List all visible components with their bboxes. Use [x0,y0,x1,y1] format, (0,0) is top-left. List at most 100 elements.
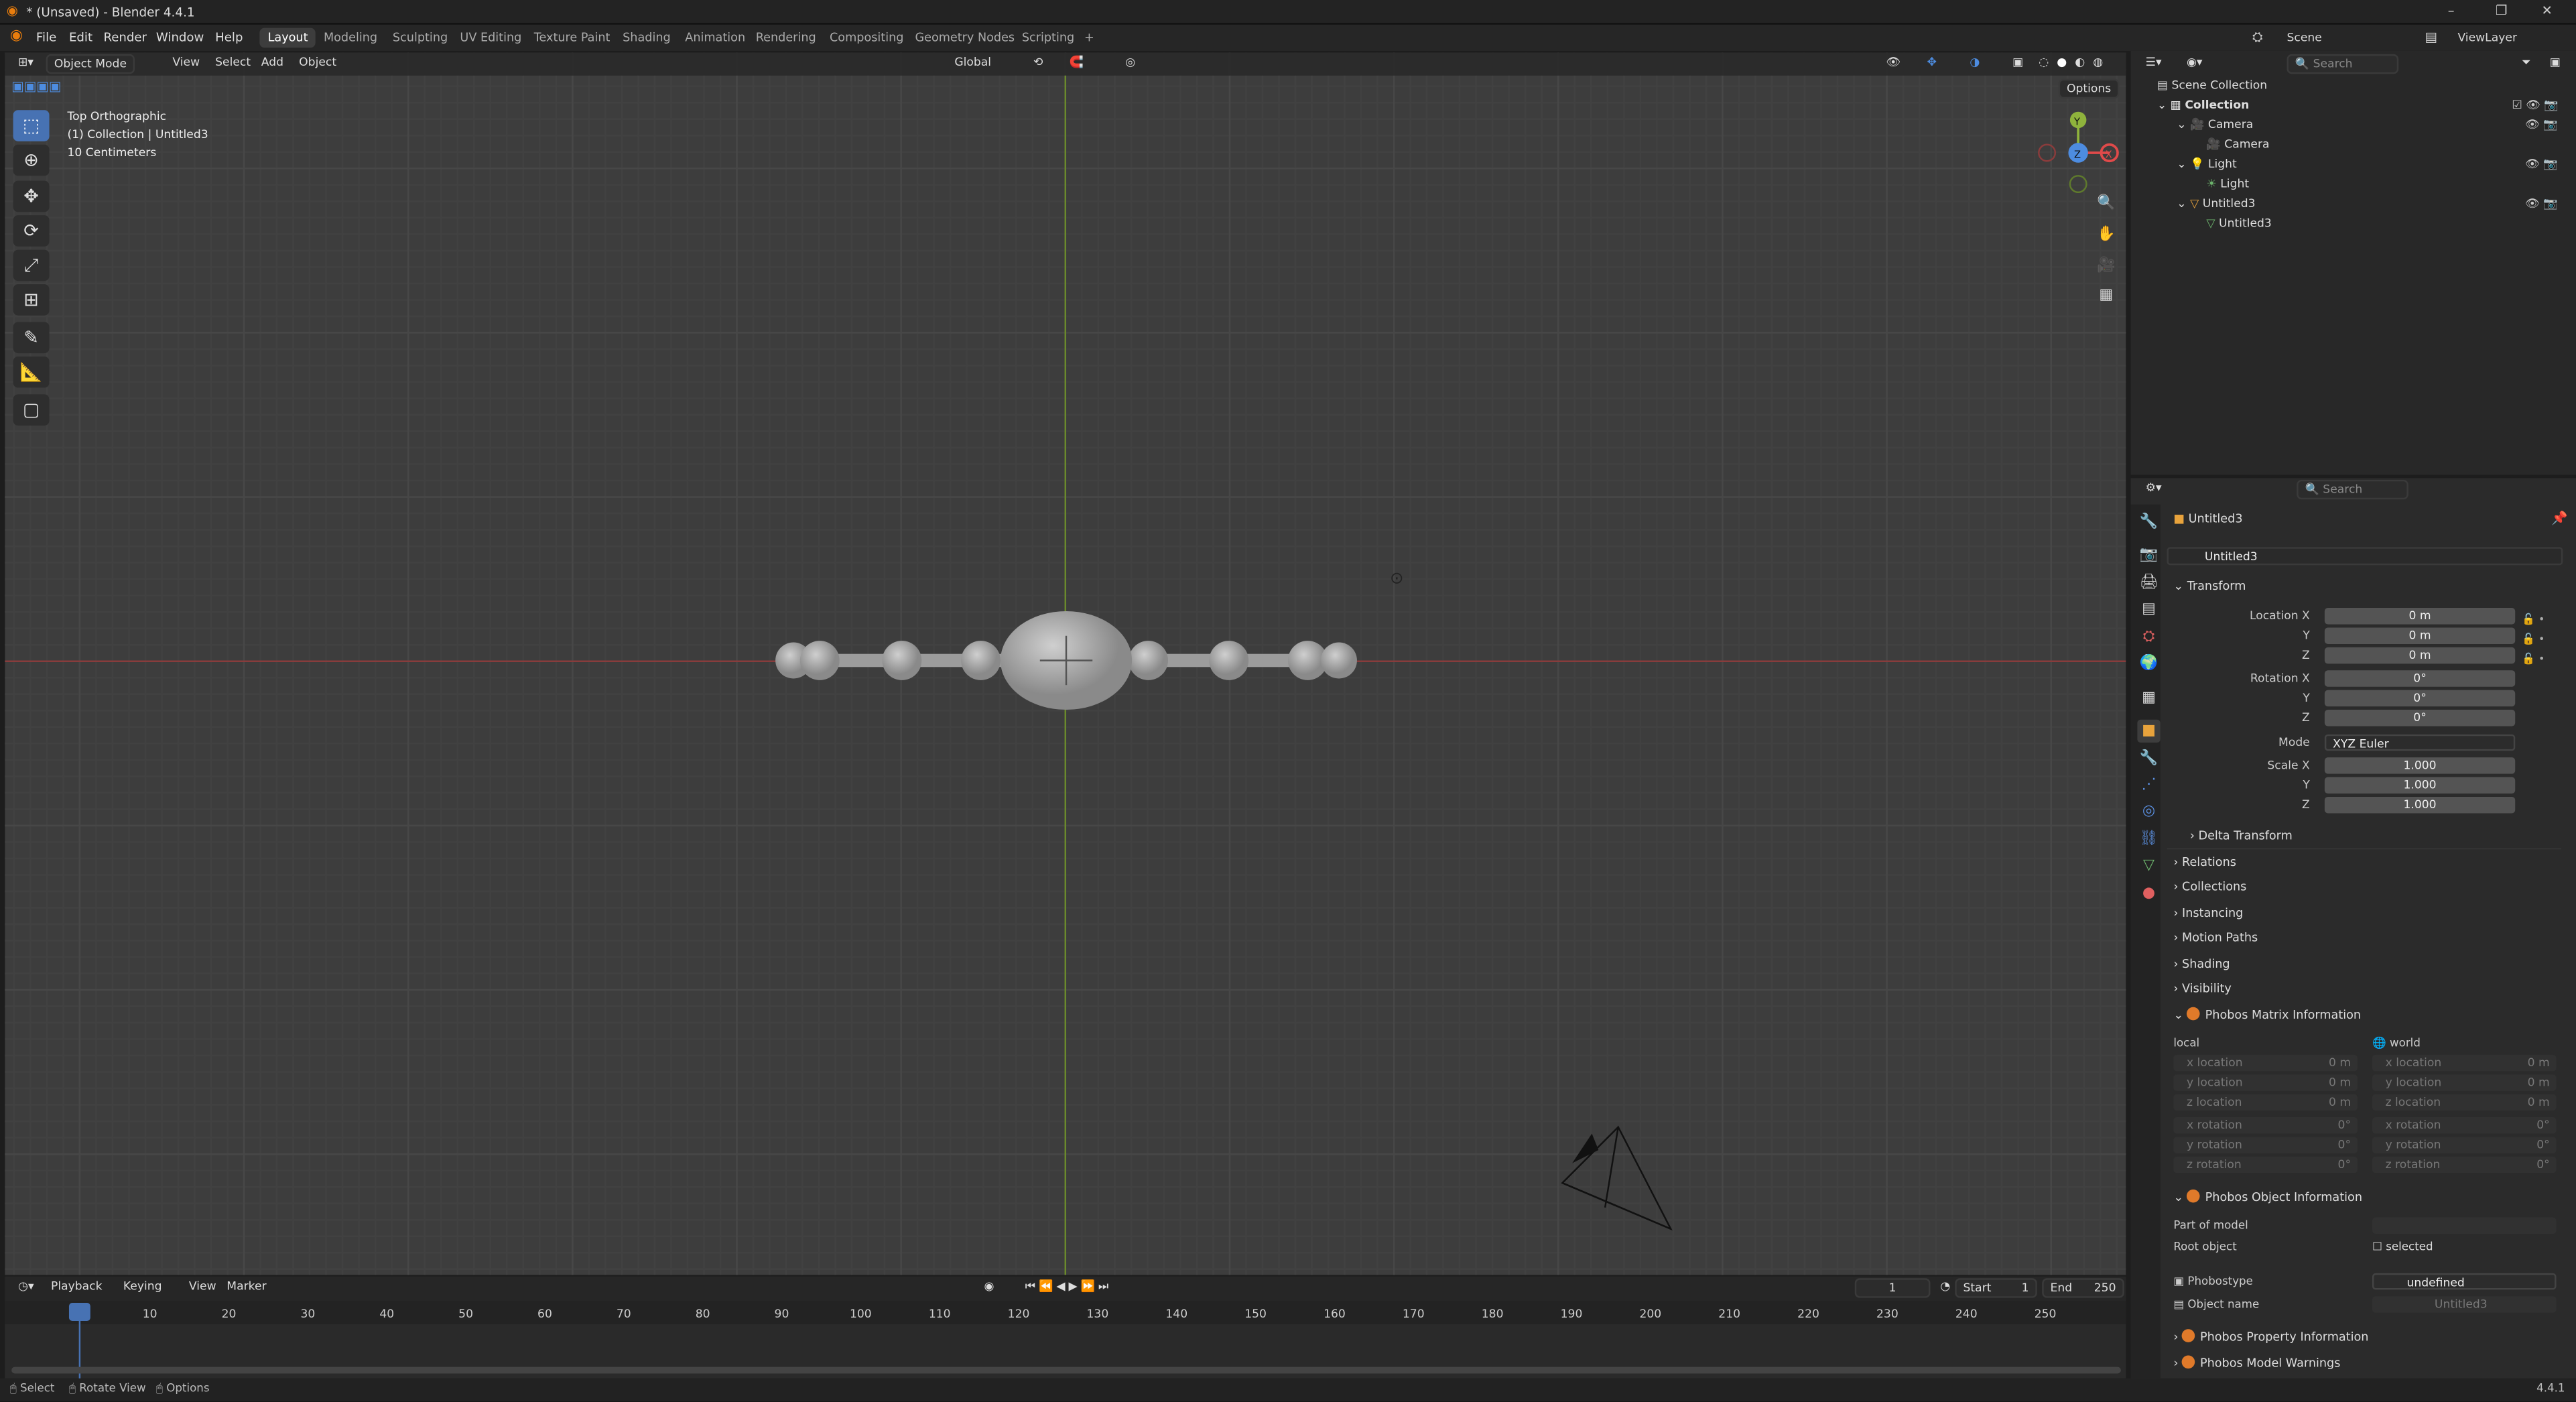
model-untitled3[interactable] [761,603,1385,718]
tab-shading[interactable]: Shading [615,28,679,48]
camera-object[interactable] [1549,1117,1681,1236]
preview-range-icon[interactable]: ◔ [1933,1278,1957,1297]
tab-modeling[interactable]: Modeling [316,28,386,48]
navigation-gizmo[interactable]: Y Z X [2034,107,2126,198]
rotation-x-field[interactable]: 0° [2324,670,2516,687]
tab-view-layer-icon[interactable]: ▤ [2137,598,2160,621]
measure-tool-icon[interactable]: 📐 [13,356,50,388]
snap-icon[interactable]: 🧲 [1063,54,1090,74]
collection-visibility-icons[interactable]: ☑ 👁 📷 [2512,99,2558,112]
motion-paths-panel[interactable]: › Motion Paths [2173,930,2258,945]
editor-type-icon[interactable]: ⊞▾ [11,54,40,74]
rotation-z-field[interactable]: 0° [2324,710,2516,726]
light-visibility-icons[interactable]: 👁 📷 [2525,157,2558,171]
ortho-grid-icon[interactable]: ▦ [2093,283,2119,309]
tab-layout[interactable]: Layout [259,27,316,48]
shading-rendered-icon[interactable]: ◍ [2086,54,2110,74]
tab-material-icon[interactable]: ● [2137,882,2160,905]
properties-search-input[interactable]: 🔍 Search [2297,479,2408,500]
timeline-editor[interactable]: ◷▾ Playback Keying View Marker ◉ ⏮⏪◀▶⏩⏭ … [5,1276,2126,1379]
part-of-model-field[interactable] [2372,1217,2557,1234]
outliner-light-object[interactable]: ⌄ 💡 Light [2177,157,2237,171]
outliner-camera-data[interactable]: 🎥 Camera [2206,138,2269,151]
tab-world-icon[interactable]: 🌍 [2137,652,2160,675]
phobostype-dropdown[interactable]: undefined [2372,1273,2557,1290]
minimize-icon[interactable]: – [2448,3,2455,18]
visibility-icon[interactable]: 👁 [1880,54,1907,74]
delta-transform-panel[interactable]: › Delta Transform [2190,828,2293,843]
view-layer-name[interactable]: ViewLayer [2457,31,2517,45]
rotate-tool-icon[interactable]: ⟳ [13,215,50,247]
cursor-tool-icon[interactable]: ⊕ [13,144,50,176]
scene-name[interactable]: Scene [2287,31,2321,45]
timeline-menu-keying[interactable]: Keying [117,1278,168,1297]
filter-icon[interactable]: ⏷ [2515,54,2537,74]
viewport-menu-view[interactable]: View [166,54,206,74]
timeline-menu-playback[interactable]: Playback [44,1278,109,1297]
menu-render[interactable]: Render [103,29,147,44]
phobos-property-panel[interactable]: › Phobos Property Information [2173,1329,2368,1344]
timeline-editor-type-icon[interactable]: ◷▾ [11,1278,40,1297]
timeline-scrollbar[interactable] [11,1366,2121,1374]
move-tool-icon[interactable]: ✥ [13,180,50,212]
viewport-menu-select[interactable]: Select [208,54,257,74]
visibility-panel[interactable]: › Visibility [2173,981,2232,996]
overlay-icon[interactable]: ◑ [1963,54,1987,74]
xray-icon[interactable]: ▣ [2006,54,2030,74]
location-z-field[interactable]: 0 m [2324,647,2516,664]
gizmo-icon[interactable]: ✥ [1921,54,1943,74]
tab-object-icon[interactable]: ■ [2137,719,2161,743]
tab-output-icon[interactable]: 🖨 [2137,572,2160,594]
add-workspace-button[interactable]: + [1076,28,1102,48]
camera-view-icon[interactable]: 🎥 [2093,253,2119,279]
tab-render-icon[interactable]: 📷 [2137,544,2160,566]
playback-controls-icon[interactable]: ⏮⏪◀▶⏩⏭ [1019,1278,1118,1297]
object-name-field[interactable]: Untitled3 [2167,547,2563,566]
pin-icon[interactable]: 📌 [2551,511,2567,525]
location-x-field[interactable]: 0 m [2324,608,2516,625]
maximize-icon[interactable]: ❐ [2496,3,2508,18]
phobos-matrix-panel[interactable]: ⌄ Phobos Matrix Information [2173,1007,2361,1022]
menu-help[interactable]: Help [215,29,243,44]
tab-compositing[interactable]: Compositing [822,28,912,48]
tab-rendering[interactable]: Rendering [747,28,824,48]
annotate-tool-icon[interactable]: ✎ [13,322,50,354]
scale-z-field[interactable]: 1.000 [2324,796,2516,814]
start-frame-field[interactable]: Start 1 [1955,1278,2037,1298]
options-button[interactable]: Options [2058,78,2120,99]
menu-file[interactable]: File [36,29,56,44]
camera-visibility-icons[interactable]: 👁 📷 [2525,119,2558,132]
location-y-field[interactable]: 0 m [2324,627,2516,644]
shading-panel[interactable]: › Shading [2173,956,2230,971]
close-icon[interactable]: ✕ [2541,3,2552,18]
tab-particles-icon[interactable]: ⋰ [2137,774,2160,797]
scale-x-field[interactable]: 1.000 [2324,757,2516,774]
tab-texture-paint[interactable]: Texture Paint [525,28,618,48]
menu-edit[interactable]: Edit [69,29,92,44]
collections-panel[interactable]: › Collections [2173,879,2246,894]
outliner-scene-collection[interactable]: ▤ Scene Collection [2157,79,2267,92]
scale-tool-icon[interactable]: ⤢ [13,249,50,281]
outliner-light-data[interactable]: ☀ Light [2206,178,2249,191]
viewport-menu-add[interactable]: Add [255,54,290,74]
outliner-search-input[interactable]: 🔍 Search [2287,54,2399,74]
end-frame-field[interactable]: End 250 [2042,1278,2124,1298]
tab-scripting[interactable]: Scripting [1014,28,1083,48]
tab-collection-icon[interactable]: ▦ [2137,687,2160,710]
outliner-collection[interactable]: ⌄ ▦ Collection [2157,99,2250,112]
root-object-checkbox[interactable]: ☐ selected [2372,1240,2433,1254]
rotation-y-field[interactable]: 0° [2324,690,2516,707]
outliner-camera-object[interactable]: ⌄ 🎥 Camera [2177,119,2253,132]
viewport-menu-object[interactable]: Object [292,54,343,74]
instancing-panel[interactable]: › Instancing [2173,905,2243,920]
3d-viewport[interactable]: ⊞▾ Object Mode View Select Add Object Gl… [5,52,2126,1275]
tab-animation[interactable]: Animation [677,28,753,48]
menu-window[interactable]: Window [156,29,204,44]
outliner[interactable]: ☰▾ ◉▾ 🔍 Search ⏷ ▣ ▤ Scene Collection ⌄ … [2130,50,2576,475]
transform-tool-icon[interactable]: ⊞ [13,284,50,316]
tab-tool-icon[interactable]: 🔧 [2137,511,2160,533]
mode-dropdown[interactable]: Object Mode [46,54,135,74]
outliner-editor-type-icon[interactable]: ☰▾ [2139,54,2169,74]
zoom-icon[interactable]: 🔍 [2093,190,2119,216]
tab-physics-icon[interactable]: ◎ [2137,800,2160,823]
